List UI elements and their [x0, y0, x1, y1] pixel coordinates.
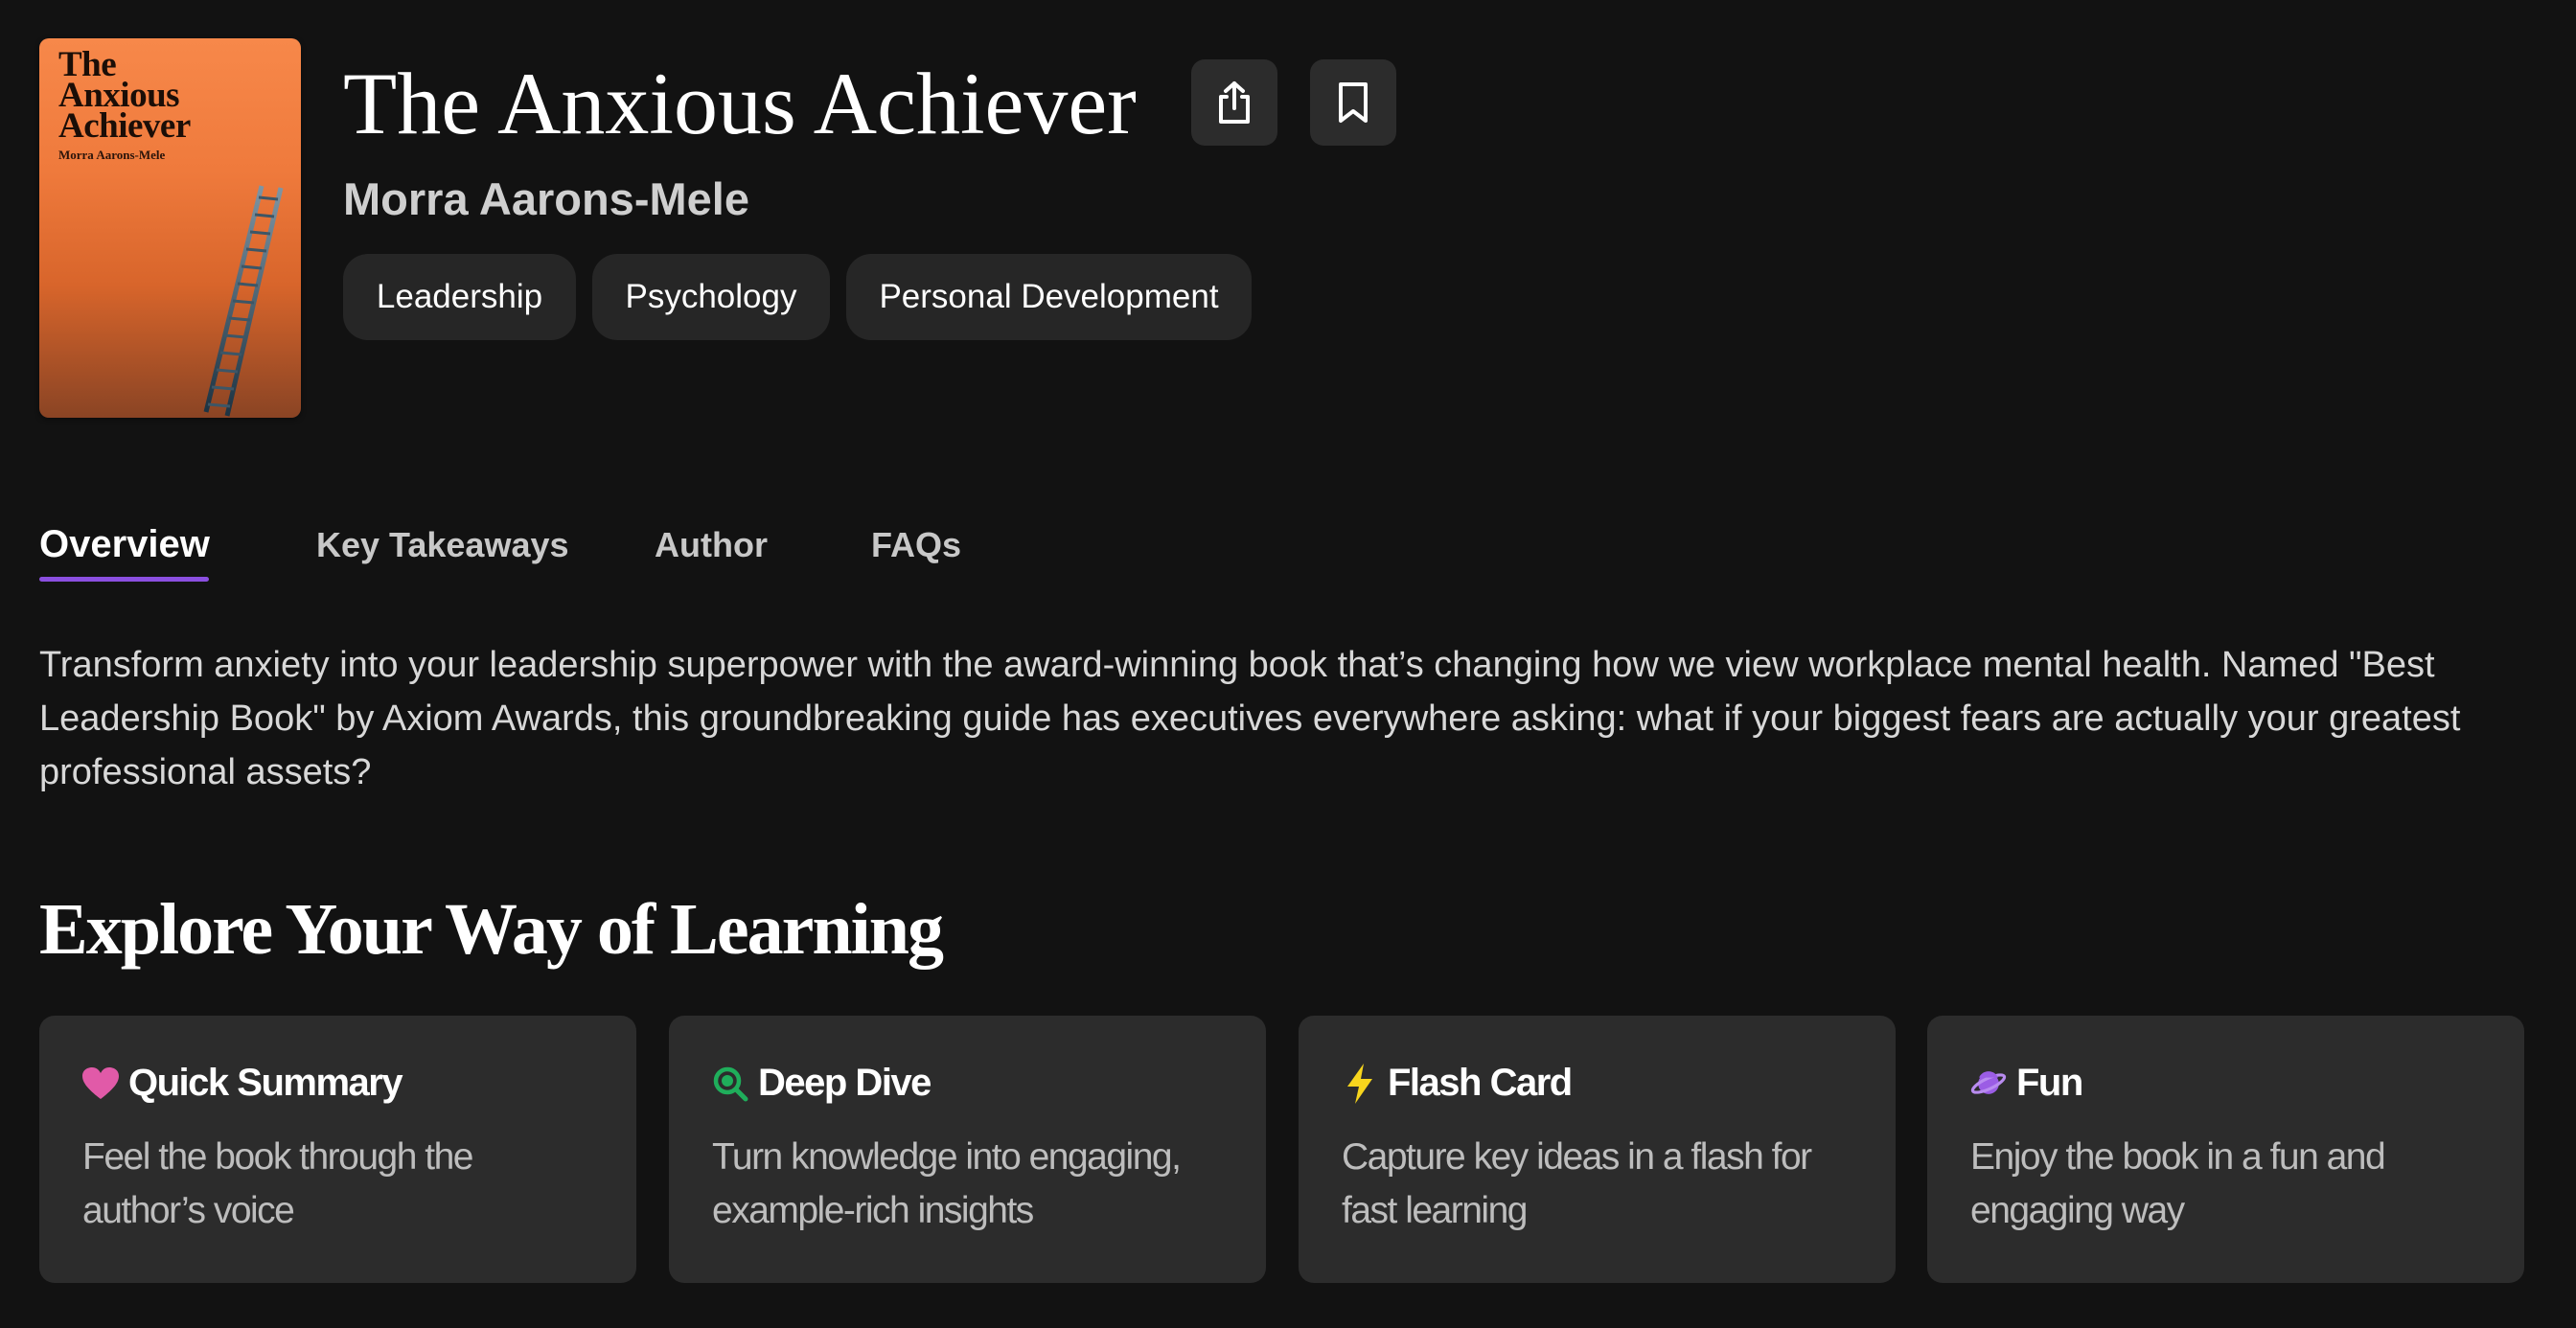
cover-author: Morra Aarons-Mele [58, 148, 166, 162]
ladder-illustration [203, 185, 284, 417]
overview-description: Transform anxiety into your leadership s… [39, 645, 2461, 792]
card-description: Feel the book through the author’s voice [82, 1136, 473, 1231]
share-icon [1219, 81, 1250, 124]
bookmark-icon [1339, 82, 1368, 123]
card-title: Fun [2016, 1062, 2083, 1104]
card-title: Flash Card [1388, 1062, 1573, 1104]
tag-personal-development[interactable]: Personal Development [846, 254, 1252, 340]
magnifier-icon [712, 1065, 748, 1102]
learning-card-deep-dive[interactable]: Deep Dive Turn knowledge into engaging, … [669, 1016, 1266, 1283]
book-cover: The Anxious Achiever Morra Aarons-Mele [39, 38, 301, 418]
active-tab-indicator [39, 577, 209, 582]
learning-card-quick-summary[interactable]: Quick Summary Feel the book through the … [39, 1016, 636, 1283]
lightning-icon [1342, 1063, 1378, 1104]
card-header: Flash Card [1342, 1062, 1573, 1105]
tag-psychology[interactable]: Psychology [592, 254, 830, 340]
card-header: Fun [1970, 1062, 2083, 1105]
card-description: Enjoy the book in a fun and engaging way [1970, 1136, 2386, 1231]
bookmark-button[interactable] [1310, 59, 1396, 146]
learning-section-title: Explore Your Way of Learning [39, 889, 944, 970]
tab-key-takeaways[interactable]: Key Takeaways [316, 525, 569, 565]
tag-leadership[interactable]: Leadership [343, 254, 576, 340]
share-button[interactable] [1191, 59, 1277, 146]
tab-faqs[interactable]: FAQs [871, 525, 961, 565]
learning-card-fun[interactable]: Fun Enjoy the book in a fun and engaging… [1927, 1016, 2524, 1283]
card-title: Deep Dive [758, 1062, 932, 1104]
book-author[interactable]: Morra Aarons-Mele [343, 172, 749, 225]
card-description: Capture key ideas in a flash for fast le… [1342, 1136, 1812, 1231]
tab-author[interactable]: Author [655, 525, 768, 565]
heart-icon [82, 1065, 119, 1102]
learning-card-flash-card[interactable]: Flash Card Capture key ideas in a flash … [1299, 1016, 1896, 1283]
book-title: The Anxious Achiever [343, 55, 1137, 152]
book-detail-page: The Anxious Achiever Morra Aarons-Mele T… [0, 0, 2576, 1328]
tab-overview[interactable]: Overview [39, 523, 210, 566]
card-title: Quick Summary [128, 1062, 403, 1104]
card-header: Quick Summary [82, 1062, 403, 1105]
planet-icon [1970, 1065, 2007, 1102]
card-description: Turn knowledge into engaging, example-ri… [712, 1136, 1182, 1231]
cover-title: The Anxious Achiever [58, 45, 191, 146]
card-header: Deep Dive [712, 1062, 932, 1105]
